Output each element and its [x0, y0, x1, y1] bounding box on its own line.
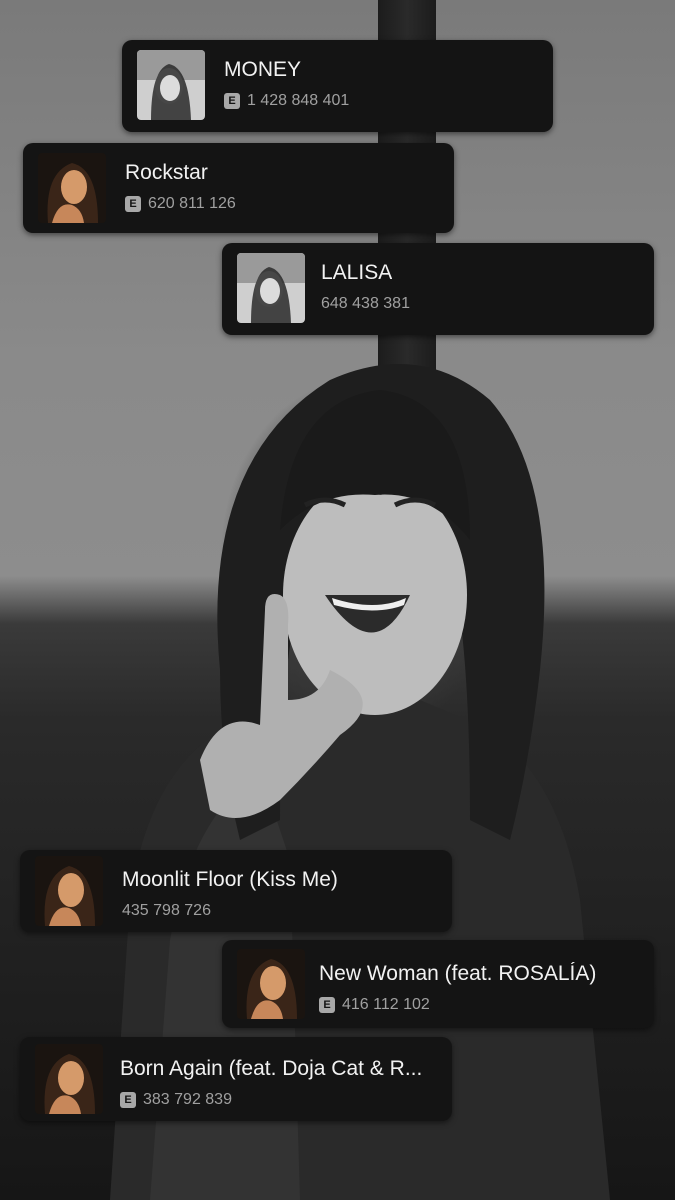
- track-card-money[interactable]: MONEY E 1 428 848 401: [122, 40, 553, 132]
- track-card-moonlit-floor[interactable]: Moonlit Floor (Kiss Me) 435 798 726: [20, 850, 452, 932]
- track-meta: 648 438 381: [321, 295, 410, 313]
- track-meta: E 416 112 102: [319, 996, 430, 1014]
- explicit-badge: E: [224, 93, 240, 109]
- track-title: New Woman (feat. ROSALÍA): [319, 962, 597, 985]
- track-title: Moonlit Floor (Kiss Me): [122, 868, 338, 891]
- track-card-rockstar[interactable]: Rockstar E 620 811 126: [23, 143, 454, 233]
- track-card-new-woman[interactable]: New Woman (feat. ROSALÍA) E 416 112 102: [222, 940, 654, 1028]
- track-title: LALISA: [321, 261, 393, 284]
- track-title: MONEY: [224, 58, 302, 81]
- track-meta: 435 798 726: [122, 902, 211, 920]
- track-card-lalisa[interactable]: LALISA 648 438 381: [222, 243, 654, 335]
- play-count: 416 112 102: [342, 996, 430, 1013]
- play-count: 1 428 848 401: [247, 92, 350, 109]
- track-meta: E 383 792 839: [120, 1091, 232, 1109]
- album-art-color: [35, 856, 103, 926]
- play-count: 620 811 126: [148, 195, 236, 212]
- album-art-color: [35, 1044, 103, 1114]
- explicit-badge: E: [319, 997, 335, 1013]
- track-meta: E 1 428 848 401: [224, 92, 349, 110]
- album-art-color: [237, 949, 305, 1019]
- track-title: Born Again (feat. Doja Cat & R...: [120, 1057, 423, 1080]
- play-count: 383 792 839: [143, 1091, 232, 1108]
- explicit-badge: E: [125, 196, 141, 212]
- play-count: 435 798 726: [122, 902, 211, 919]
- album-art-bw: [137, 50, 205, 120]
- play-count: 648 438 381: [321, 295, 410, 312]
- track-meta: E 620 811 126: [125, 195, 236, 213]
- track-card-born-again[interactable]: Born Again (feat. Doja Cat & R... E 383 …: [20, 1037, 452, 1121]
- album-art-bw: [237, 253, 305, 323]
- explicit-badge: E: [120, 1092, 136, 1108]
- track-title: Rockstar: [125, 161, 208, 184]
- album-art-color: [38, 153, 106, 223]
